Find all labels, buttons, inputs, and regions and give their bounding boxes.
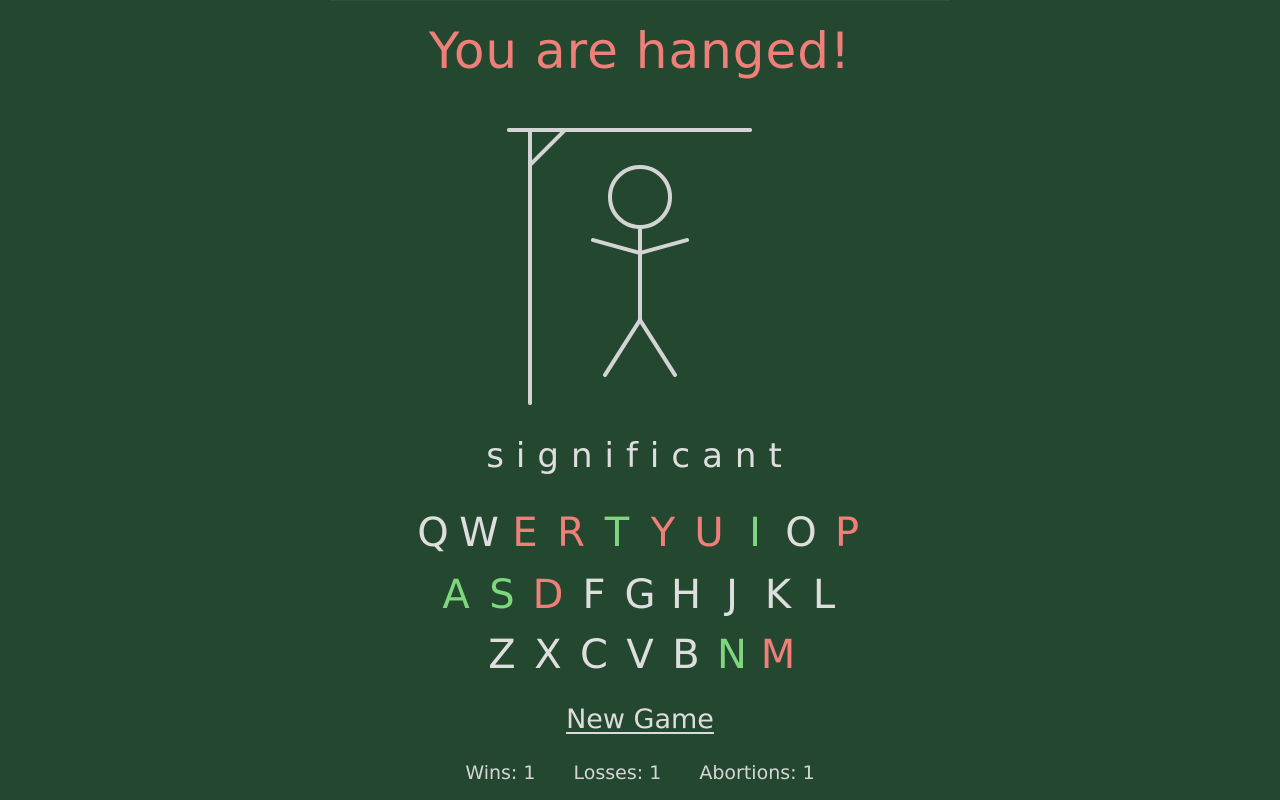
- key-z[interactable]: Z: [479, 632, 525, 678]
- hangman-right-arm: [638, 238, 689, 255]
- key-v[interactable]: V: [617, 632, 663, 678]
- key-d: D: [532, 572, 564, 618]
- key-y: Y: [650, 510, 676, 556]
- key-l[interactable]: L: [801, 572, 847, 618]
- gallows-brace: [528, 129, 566, 167]
- new-game-link[interactable]: New Game: [566, 704, 714, 735]
- key-i: I: [749, 510, 761, 556]
- key-t: T: [604, 510, 630, 556]
- keyboard-row-3: ZXCVBNM: [0, 632, 1280, 678]
- key-x[interactable]: X: [525, 632, 571, 678]
- top-border: [330, 0, 950, 1]
- hangman-drawing: [507, 128, 752, 405]
- wins-count: Wins: 1: [465, 762, 536, 784]
- key-m: M: [760, 632, 796, 678]
- key-w[interactable]: W: [456, 510, 502, 556]
- key-c[interactable]: C: [571, 632, 617, 678]
- abortions-count: Abortions: 1: [699, 762, 815, 784]
- key-a: A: [442, 572, 470, 618]
- key-e: E: [512, 510, 538, 556]
- key-p: P: [834, 510, 860, 556]
- key-f[interactable]: F: [571, 572, 617, 618]
- game-status-title: You are hanged!: [428, 22, 852, 80]
- key-g[interactable]: G: [617, 572, 663, 618]
- key-j[interactable]: J: [709, 572, 755, 618]
- hangman-head: [608, 165, 672, 229]
- revealed-word: significant: [486, 436, 794, 476]
- key-o[interactable]: O: [778, 510, 824, 556]
- key-q[interactable]: Q: [410, 510, 456, 556]
- hangman-left-leg: [603, 318, 642, 377]
- key-b[interactable]: B: [663, 632, 709, 678]
- key-h[interactable]: H: [663, 572, 709, 618]
- key-s: S: [489, 572, 515, 618]
- key-k[interactable]: K: [755, 572, 801, 618]
- key-n: N: [717, 632, 747, 678]
- key-u: U: [694, 510, 724, 556]
- key-r: R: [557, 510, 585, 556]
- stats-bar: Wins: 1 Losses: 1 Abortions: 1: [0, 762, 1280, 784]
- losses-count: Losses: 1: [573, 762, 662, 784]
- hangman-right-leg: [638, 318, 677, 377]
- keyboard-row-1: QWERTYUIOP: [0, 510, 1280, 556]
- keyboard-row-2: ASDFGHJKL: [0, 572, 1280, 618]
- hangman-left-arm: [591, 238, 642, 255]
